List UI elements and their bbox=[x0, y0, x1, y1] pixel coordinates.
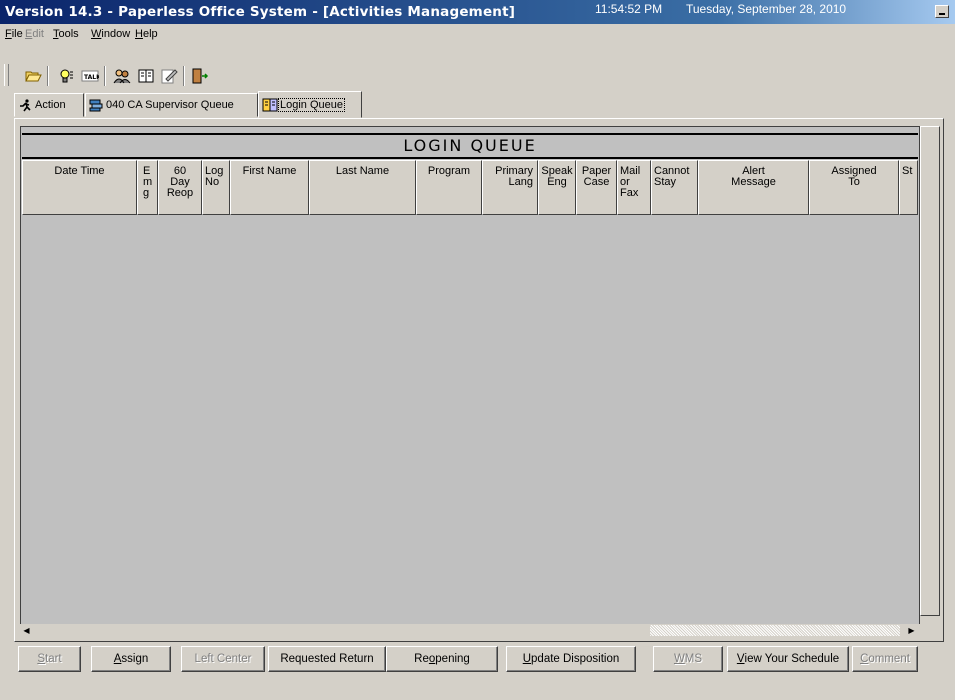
horizontal-scroll-track[interactable] bbox=[650, 625, 900, 636]
book-icon[interactable] bbox=[135, 65, 157, 87]
comment-button[interactable]: Comment bbox=[852, 646, 918, 672]
menu-window[interactable]: Window bbox=[91, 28, 130, 40]
update-disposition-button[interactable]: Update Disposition bbox=[506, 646, 636, 672]
document-edit-icon[interactable] bbox=[158, 65, 180, 87]
column-header-last-name[interactable]: Last Name bbox=[309, 160, 416, 215]
left-center-button[interactable]: Left Center bbox=[181, 646, 265, 672]
toolbar-separator bbox=[104, 66, 106, 86]
queue-icon bbox=[89, 99, 103, 112]
window-title: Version 14.3 - Paperless Office System -… bbox=[5, 4, 516, 20]
column-header-emg[interactable]: E m g bbox=[137, 160, 158, 215]
wms-button[interactable]: W MS bbox=[653, 646, 723, 672]
column-header-primary-lang[interactable]: Primary Lang bbox=[482, 160, 538, 215]
column-header-assigned-to[interactable]: Assigned To bbox=[809, 160, 899, 215]
menu-edit[interactable]: Edit bbox=[25, 28, 44, 40]
view-your-schedule-button[interactable]: View Your Schedule bbox=[727, 646, 849, 672]
column-header-60-day-reop[interactable]: 60 Day Reop bbox=[158, 160, 202, 215]
requested-return-button[interactable]: Requested Return bbox=[268, 646, 386, 672]
start-button[interactable]: Start bbox=[18, 646, 81, 672]
svg-text:TALK: TALK bbox=[84, 74, 99, 81]
people-icon[interactable] bbox=[111, 65, 133, 87]
assign-button[interactable]: Assign bbox=[91, 646, 171, 672]
scroll-left-arrow-icon[interactable]: ◀ bbox=[20, 624, 33, 637]
toolbar-grip[interactable] bbox=[4, 64, 9, 86]
column-header-program[interactable]: Program bbox=[416, 160, 482, 215]
column-header-first-name[interactable]: First Name bbox=[230, 160, 309, 215]
folder-open-icon[interactable] bbox=[22, 65, 44, 87]
toolbar-separator bbox=[183, 66, 185, 86]
reopening-button[interactable]: Re o pening bbox=[386, 646, 498, 672]
menu-file[interactable]: File bbox=[5, 28, 23, 40]
lightbulb-icon[interactable] bbox=[55, 65, 77, 87]
column-header-mail-or-fax[interactable]: Mail or Fax bbox=[617, 160, 651, 215]
column-header-speak-eng[interactable]: Speak Eng bbox=[538, 160, 576, 215]
horizontal-scrollbar[interactable]: ◀ ▶ bbox=[20, 624, 920, 637]
vertical-scroll-thumb[interactable] bbox=[920, 126, 940, 616]
running-man-icon bbox=[18, 98, 32, 112]
column-header-paper-case[interactable]: Paper Case bbox=[576, 160, 617, 215]
tab-040-ca-supervisor-queue[interactable]: 040 CA Supervisor Queue bbox=[85, 93, 258, 117]
scroll-right-arrow-icon[interactable]: ▶ bbox=[905, 624, 918, 637]
minimize-button[interactable] bbox=[935, 5, 949, 18]
tab-action[interactable]: Action bbox=[14, 93, 84, 117]
toolbar-separator bbox=[47, 66, 49, 86]
tab-login-queue[interactable]: Login Queue bbox=[258, 91, 362, 118]
column-header-log-no[interactable]: Log No bbox=[202, 160, 230, 215]
column-header-date-time[interactable]: Date Time bbox=[22, 160, 137, 215]
menu-help[interactable]: Help bbox=[135, 28, 158, 40]
menu-tools[interactable]: Tools bbox=[53, 28, 79, 40]
column-header-cannot-stay[interactable]: Cannot Stay bbox=[651, 160, 698, 215]
clock-date: Tuesday, September 28, 2010 bbox=[686, 2, 847, 16]
login-queue-icon bbox=[262, 98, 278, 112]
clock-time: 11:54:52 PM bbox=[595, 2, 663, 16]
vertical-scrollbar[interactable] bbox=[920, 126, 940, 636]
talk-icon[interactable]: TALK bbox=[79, 65, 101, 87]
column-header-st[interactable]: St bbox=[899, 160, 918, 215]
title-bar: Version 14.3 - Paperless Office System -… bbox=[0, 0, 955, 24]
queue-title: LOGIN QUEUE bbox=[22, 133, 918, 159]
menu-bar: File Edit Tools Window Help bbox=[0, 25, 955, 43]
column-header-alert-message[interactable]: Alert Message bbox=[698, 160, 809, 215]
exit-door-icon[interactable] bbox=[189, 65, 211, 87]
